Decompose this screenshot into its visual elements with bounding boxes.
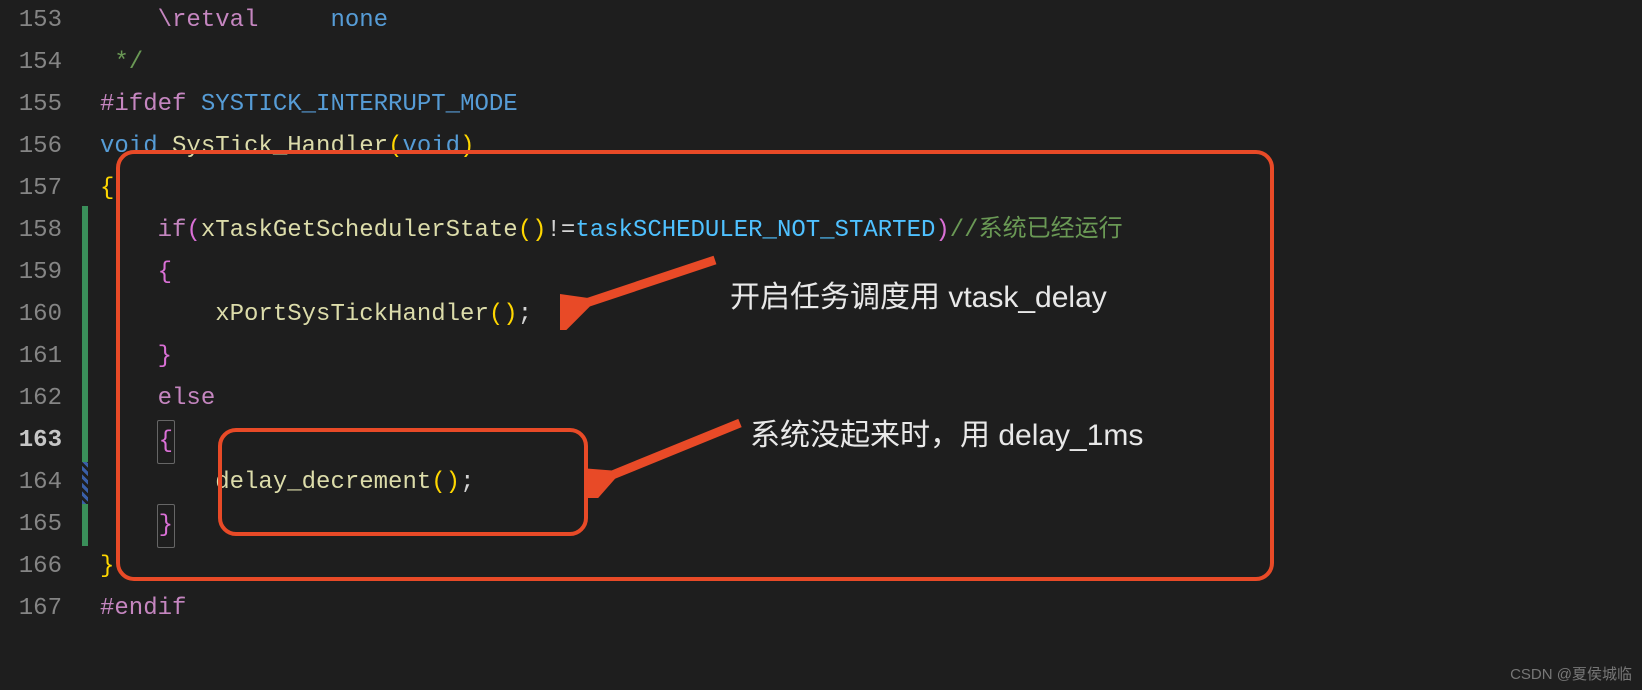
line-number: 156 [0,126,62,168]
line-number: 164 [0,462,62,504]
code-line[interactable]: \retval none [90,0,1642,42]
line-number: 160 [0,294,62,336]
code-line[interactable]: delay_decrement(); [90,462,1642,504]
code-line[interactable]: xPortSysTickHandler(); [90,294,1642,336]
line-number: 153 [0,0,62,42]
code-area[interactable]: \retval none */ #ifdef SYSTICK_INTERRUPT… [90,0,1642,690]
watermark: CSDN @夏侯城临 [1510,663,1632,684]
bracket-match-highlight: } [157,504,175,548]
code-line[interactable]: if(xTaskGetSchedulerState()!=taskSCHEDUL… [90,210,1642,252]
line-number: 166 [0,546,62,588]
line-number: 165 [0,504,62,546]
code-line[interactable]: } [90,336,1642,378]
line-number: 158 [0,210,62,252]
line-number: 159 [0,252,62,294]
code-line[interactable]: { [90,252,1642,294]
code-line[interactable]: void SysTick_Handler(void) [90,126,1642,168]
code-line[interactable]: } [90,546,1642,588]
line-number: 154 [0,42,62,84]
code-editor[interactable]: 153 154 155 156 157 158 159 160 161 162 … [0,0,1642,690]
code-line[interactable]: } [90,504,1642,546]
line-number-current: 163 [0,420,62,462]
code-line[interactable]: */ [90,42,1642,84]
code-line[interactable]: else [90,378,1642,420]
line-number: 167 [0,588,62,630]
code-line[interactable]: { [90,168,1642,210]
code-line[interactable]: { [90,420,1642,462]
line-number: 162 [0,378,62,420]
change-marker-bar [82,0,90,690]
line-number-gutter: 153 154 155 156 157 158 159 160 161 162 … [0,0,82,690]
line-number: 157 [0,168,62,210]
change-marker-modified [82,462,88,504]
bracket-match-highlight: { [157,420,175,464]
code-line[interactable]: #endif [90,588,1642,630]
line-number: 155 [0,84,62,126]
line-number: 161 [0,336,62,378]
code-line[interactable]: #ifdef SYSTICK_INTERRUPT_MODE [90,84,1642,126]
